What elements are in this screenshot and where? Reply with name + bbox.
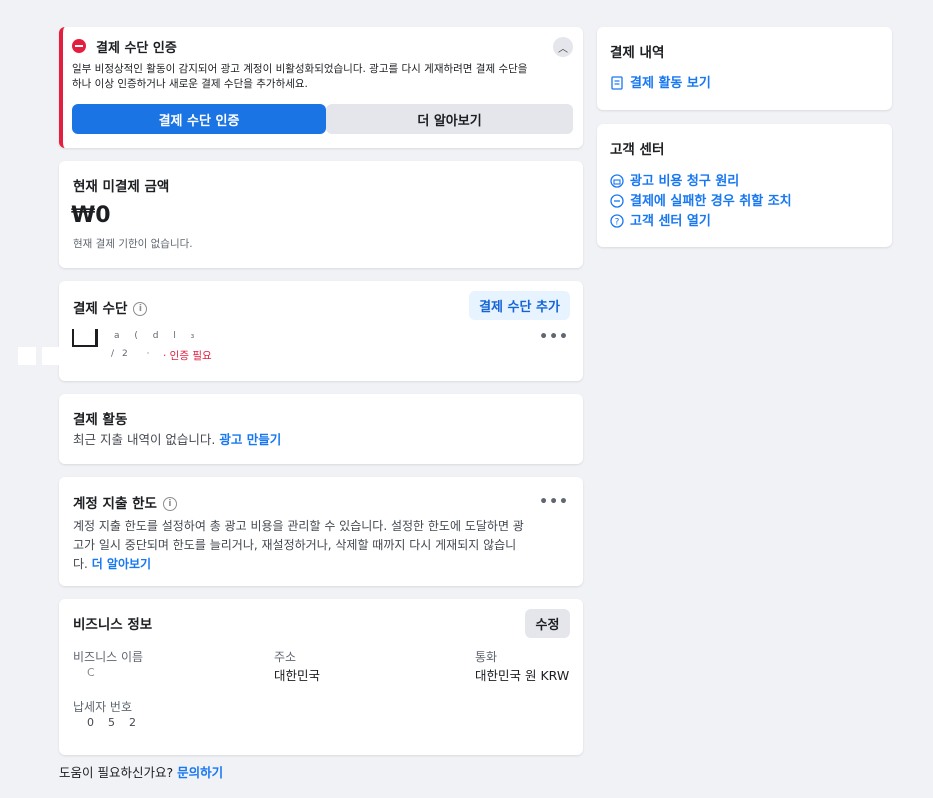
error-icon xyxy=(72,39,86,53)
verify-payment-method-button[interactable]: 결제 수단 인증 xyxy=(72,104,326,134)
payment-methods-title: 결제 수단 i xyxy=(73,297,148,317)
alert-body-line: 하나 이상 인증하거나 새로운 결제 수단을 추가하세요. xyxy=(72,78,308,90)
payment-methods-label: 결제 수단 xyxy=(73,301,128,317)
outstanding-balance-card: 현재 미결제 금액 ₩0 현재 결제 기한이 없습니다. xyxy=(59,161,583,268)
contact-link[interactable]: 문의하기 xyxy=(177,765,223,780)
help-link-label: 고객 센터 열기 xyxy=(630,214,711,229)
help-link-open-help-center[interactable]: ? 고객 센터 열기 xyxy=(610,210,711,229)
card-brand-icon xyxy=(72,329,98,347)
business-name-value: C xyxy=(87,666,95,679)
alert-body-line: 일부 비정상적인 활동이 감지되어 광고 계정이 비활성화되었습니다. 광고를 … xyxy=(72,63,528,75)
description-line-end: 다. xyxy=(73,557,88,571)
description-line: 계정 지출 한도를 설정하여 총 광고 비용을 관리할 수 있습니다. 설정한 … xyxy=(73,519,524,533)
business-name-label: 비즈니스 이름 xyxy=(73,650,144,664)
spending-limit-title: 계정 지출 한도 i xyxy=(73,492,177,512)
payment-activity-text: 최근 지출 내역이 없습니다. 광고 만들기 xyxy=(73,429,281,448)
payment-methods-card: 결제 수단 i 결제 수단 추가 a ( d l ₃ /2 · · 인증 필요 •… xyxy=(59,281,583,381)
help-center-title: 고객 센터 xyxy=(610,142,665,158)
more-options-icon[interactable]: ••• xyxy=(539,329,569,345)
spending-limit-description: 계정 지출 한도를 설정하여 총 광고 비용을 관리할 수 있습니다. 설정한 … xyxy=(73,517,573,574)
address-value: 대한민국 xyxy=(274,668,321,683)
payment-verification-alert: 결제 수단 인증 ︿ 일부 비정상적인 활동이 감지되어 광고 계정이 비활성화… xyxy=(59,27,583,148)
redaction-block xyxy=(42,347,60,365)
account-spending-limit-card: 계정 지출 한도 i ••• 계정 지출 한도를 설정하여 총 광고 비용을 관리… xyxy=(59,477,583,586)
business-info-title: 비즈니스 정보 xyxy=(73,617,153,633)
verification-required-status: · 인증 필요 xyxy=(163,350,212,362)
create-ad-link[interactable]: 광고 만들기 xyxy=(219,432,281,447)
svg-text:?: ? xyxy=(615,217,620,227)
help-footer: 도움이 필요하신가요? 문의하기 xyxy=(59,762,223,781)
spending-limit-label: 계정 지출 한도 xyxy=(73,496,157,512)
question-circle-icon: ? xyxy=(610,213,624,228)
tax-id-value: 0 5 2 xyxy=(87,716,136,729)
tax-id-label: 납세자 번호 xyxy=(73,700,133,714)
alert-title: 결제 수단 인증 xyxy=(96,41,177,56)
learn-more-button[interactable]: 더 알아보기 xyxy=(326,104,573,134)
view-payment-activity-link[interactable]: 결제 활동 보기 xyxy=(610,72,711,91)
help-link-label: 결제에 실패한 경우 취할 조치 xyxy=(630,194,792,209)
billing-help-icon xyxy=(610,173,624,188)
help-link-billing-basics[interactable]: 광고 비용 청구 원리 xyxy=(610,170,739,189)
add-payment-method-button[interactable]: 결제 수단 추가 xyxy=(469,291,570,320)
collapse-chevron-icon[interactable]: ︿ xyxy=(553,37,573,57)
balance-note: 현재 결제 기한이 없습니다. xyxy=(73,238,193,250)
balance-amount: ₩0 xyxy=(71,203,111,228)
info-icon[interactable]: i xyxy=(133,302,148,316)
help-center-card: 고객 센터 광고 비용 청구 원리 결제에 실패한 경우 취할 조치 ? 고객 … xyxy=(597,124,892,247)
description-line: 고가 일시 중단되며 한도를 늘리거나, 재설정하거나, 삭제할 때까지 다시 … xyxy=(73,538,517,552)
billing-history-title: 결제 내역 xyxy=(610,45,665,61)
receipt-icon xyxy=(610,75,624,90)
billing-history-card: 결제 내역 결제 활동 보기 xyxy=(597,27,892,110)
card-meta-redacted: /2 · xyxy=(111,349,158,359)
payment-activity-card: 결제 활동 최근 지출 내역이 없습니다. 광고 만들기 xyxy=(59,394,583,464)
balance-title: 현재 미결제 금액 xyxy=(73,179,170,195)
info-icon[interactable]: i xyxy=(162,497,177,511)
help-text: 도움이 필요하신가요? xyxy=(59,765,174,780)
redaction-block xyxy=(18,347,36,365)
currency-value: 대한민국 원 KRW xyxy=(475,668,570,683)
edit-button[interactable]: 수정 xyxy=(525,609,570,638)
currency-label: 통화 xyxy=(475,650,498,664)
business-info-card: 비즈니스 정보 수정 비즈니스 이름 C 주소 대한민국 통화 대한민국 원 K… xyxy=(59,599,583,755)
view-payment-activity-label: 결제 활동 보기 xyxy=(630,76,711,91)
learn-more-link[interactable]: 더 알아보기 xyxy=(92,557,151,571)
help-link-payment-failed[interactable]: 결제에 실패한 경우 취할 조치 xyxy=(610,190,792,209)
card-details-redacted: a ( d l ₃ xyxy=(114,331,201,341)
minus-circle-icon xyxy=(610,193,624,208)
alert-body: 일부 비정상적인 활동이 감지되어 광고 계정이 비활성화되었습니다. 광고를 … xyxy=(72,62,577,92)
address-label: 주소 xyxy=(274,650,297,664)
payment-activity-title: 결제 활동 xyxy=(73,412,128,428)
help-link-label: 광고 비용 청구 원리 xyxy=(630,174,740,189)
no-spend-text: 최근 지출 내역이 없습니다. xyxy=(73,432,216,447)
description-line: 다. 더 알아보기 xyxy=(73,555,573,574)
more-options-icon[interactable]: ••• xyxy=(539,494,569,510)
